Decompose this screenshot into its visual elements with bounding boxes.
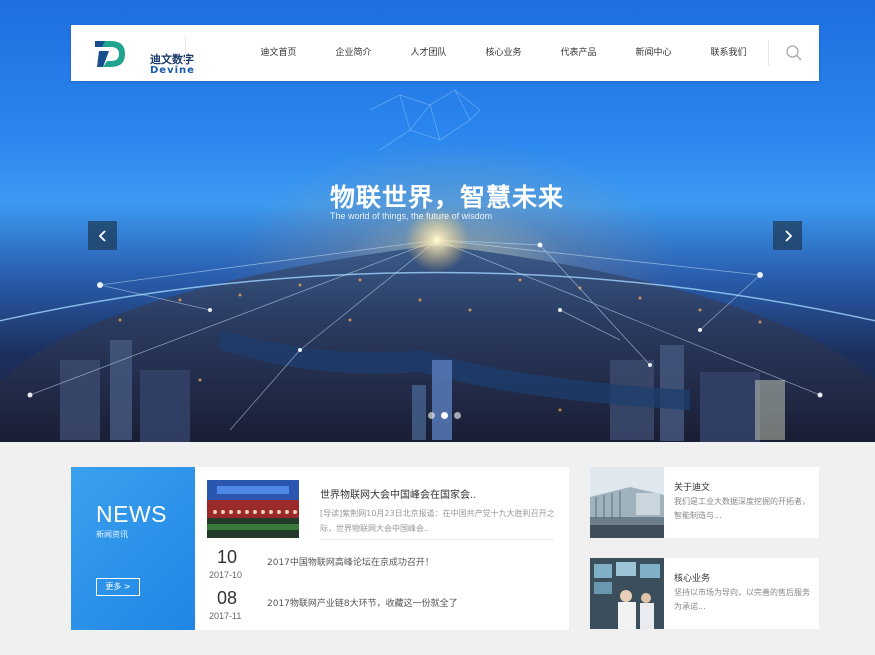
news-item-title[interactable]: 2017中国物联网高峰论坛在京成功召开！	[267, 555, 434, 568]
news-item-title[interactable]: 2017物联网产业链8大环节，收藏这一份就全了	[267, 596, 458, 609]
business-card-title[interactable]: 核心业务	[674, 571, 710, 584]
brand-name-en: Devine	[150, 65, 195, 76]
conference-photo	[207, 480, 299, 538]
news-header-block: NEWS 新闻资讯 更多 >	[71, 467, 195, 630]
business-card-desc: 坚持以市场为导向，以完善的售后服务为承诺...	[674, 588, 810, 611]
featured-news-title[interactable]: 世界物联网大会中国峰会在国家会..	[320, 486, 476, 501]
hero-subtitle: The world of things, the future of wisdo…	[330, 211, 493, 221]
nav-item-contact[interactable]: 联系我们	[691, 25, 766, 81]
slider-dot-1[interactable]	[428, 412, 435, 419]
news-heading: NEWS	[96, 501, 167, 527]
business-card-image	[590, 558, 664, 629]
news-list-item[interactable]: 08 2017-11 2017物联网产业链8大环节，收藏这一份就全了	[207, 588, 557, 628]
slider-dot-2[interactable]	[441, 412, 448, 419]
about-card[interactable]: 关于迪文 我们是工业大数据深度挖掘的开拓者，智能制造与...	[590, 467, 819, 538]
news-more-button[interactable]: 更多 >	[96, 578, 140, 596]
slider-next-button[interactable]	[773, 221, 802, 250]
search-icon[interactable]	[785, 44, 803, 62]
about-card-desc: 我们是工业大数据深度挖掘的开拓者，智能制造与...	[674, 497, 810, 520]
featured-divider	[320, 539, 554, 540]
news-subheading: 新闻资讯	[96, 530, 128, 539]
chevron-right-icon	[784, 229, 792, 242]
news-day: 10	[217, 547, 238, 567]
featured-news-image[interactable]	[207, 480, 299, 538]
news-list-item[interactable]: 10 2017-10 2017中国物联网高峰论坛在京成功召开！	[207, 547, 557, 587]
about-card-title[interactable]: 关于迪文	[674, 480, 710, 493]
nav-item-team[interactable]: 人才团队	[391, 25, 466, 81]
control-room-photo	[590, 558, 664, 629]
business-card[interactable]: 核心业务 坚持以市场为导向，以完善的售后服务为承诺...	[590, 558, 819, 629]
nav-item-news[interactable]: 新闻中心	[616, 25, 691, 81]
nav-item-home[interactable]: 迪文首页	[241, 25, 316, 81]
featured-news-desc: [导读]紫荆网10月23日北京报道：在中国共产党十九大胜利召开之际，世界物联网大…	[320, 509, 555, 533]
nav-item-about[interactable]: 企业简介	[316, 25, 391, 81]
hero-title: 物联世界，智慧未来	[330, 183, 565, 212]
news-year-month: 2017-10	[209, 570, 243, 580]
logo-mark-icon	[95, 41, 125, 67]
slider-dot-3[interactable]	[454, 412, 461, 419]
slider-dots	[428, 412, 461, 419]
building-photo	[590, 467, 664, 538]
nav-item-products[interactable]: 代表产品	[541, 25, 616, 81]
nav-item-business[interactable]: 核心业务	[466, 25, 541, 81]
news-section: NEWS 新闻资讯 更多 > 世界物联网大会中国峰会在国家会.. [导读]紫荆网…	[71, 467, 569, 630]
nav-divider	[768, 40, 769, 66]
about-card-image	[590, 467, 664, 538]
news-day: 08	[217, 588, 238, 608]
slider-prev-button[interactable]	[88, 221, 117, 250]
top-nav: 迪文数字 Devine 迪文首页 企业简介 人才团队 核心业务 代表产品 新闻中…	[71, 25, 819, 81]
logo-divider	[185, 37, 186, 69]
news-year-month: 2017-11	[209, 611, 242, 621]
chevron-left-icon	[98, 229, 106, 242]
main-menu: 迪文首页 企业简介 人才团队 核心业务 代表产品 新闻中心 联系我们	[241, 25, 766, 81]
